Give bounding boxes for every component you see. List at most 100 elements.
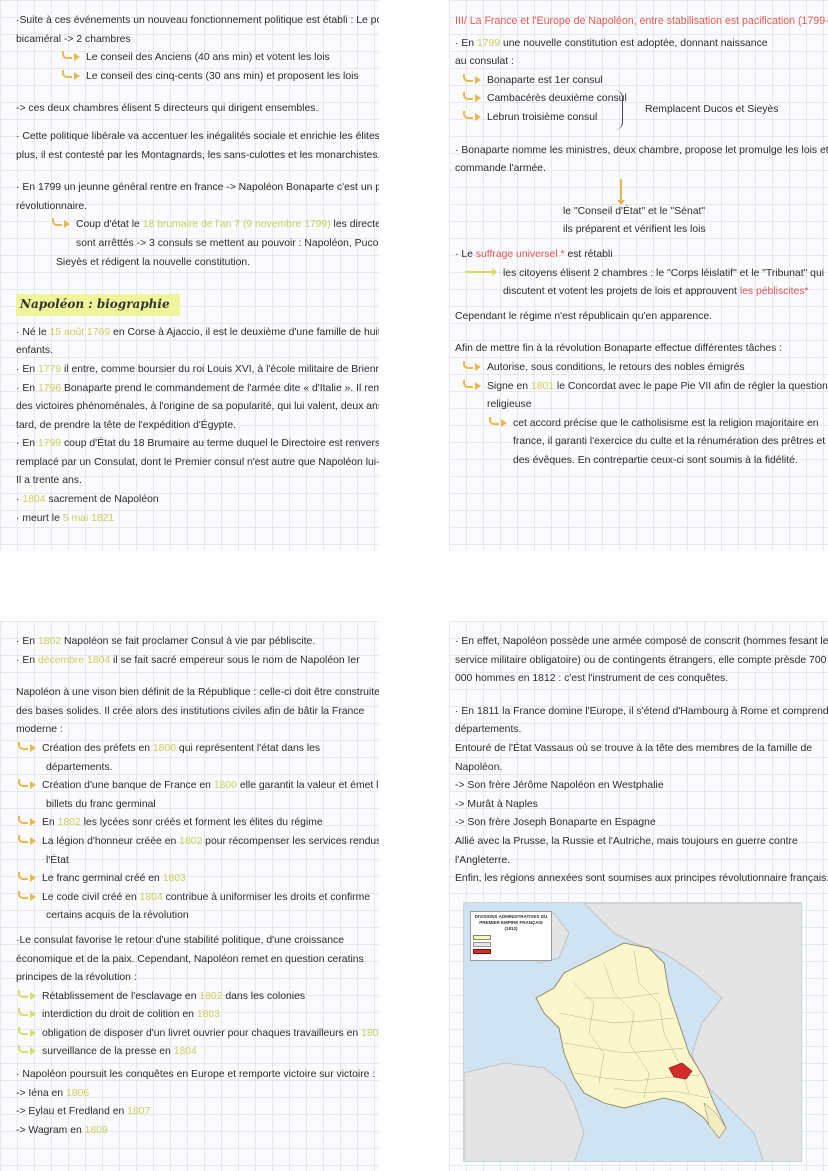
curved-arrow-icon xyxy=(60,69,82,80)
text-line: · Le suffrage universel * est rétabli xyxy=(455,248,613,260)
curved-arrow-icon xyxy=(16,779,38,790)
curved-arrow-icon xyxy=(50,218,72,229)
text-line: les citoyens élisent 2 chambres : le "Co… xyxy=(455,265,824,284)
curved-arrow-icon xyxy=(487,416,509,427)
text-line: religieuse xyxy=(487,399,532,411)
text-line: -> Son frère Joseph Bonaparte en Espagne xyxy=(455,817,656,829)
text-line: Sieyès et rédigent la nouvelle constitut… xyxy=(56,256,251,268)
text-line: Napoléon. xyxy=(455,761,503,773)
brace-icon xyxy=(613,89,623,130)
text-line: tard, de prendre la tête de l'expédition… xyxy=(16,419,237,431)
text-line: discutent et votent les projets de lois … xyxy=(503,286,809,298)
list-item: Le code civil créé en 1804 contribue à u… xyxy=(16,889,370,908)
list-item: Rétablissement de l'esclavage en 1802 da… xyxy=(16,988,369,1007)
note-page-3: · En 1802 Napoléon se fait proclamer Con… xyxy=(0,621,379,1171)
note-page-4: · En effet, Napoléon possède une armée c… xyxy=(449,621,828,1171)
text-line: Napoléon à une vison bien définit de la … xyxy=(16,687,379,699)
curved-arrow-icon xyxy=(16,816,38,827)
text-line: · Napoléon poursuit les conquêtes en Eur… xyxy=(16,1069,376,1081)
text-line: · En 1799 une nouvelle constitution est … xyxy=(455,37,768,49)
consuls-group: Bonaparte est 1er consul Cambacérès deux… xyxy=(455,72,818,130)
text-line: sont arrêttés -> 3 consuls se mettent au… xyxy=(76,237,379,249)
text-line: certains acquis de la révolution xyxy=(46,910,189,922)
map-legend: DIVISIONS ADMINISTRATIVES DU PREMIER EMP… xyxy=(470,911,552,961)
text-line: 000 hommes en 1812 : c'est l'instrument … xyxy=(455,673,729,685)
list-item: obligation de disposer d'un livret ouvri… xyxy=(16,1025,379,1044)
text-line: · En décembre 1804 il se fait sacré empe… xyxy=(16,654,360,666)
text-line: ·Suite à ces événements un nouveau fonct… xyxy=(16,15,379,26)
text-line: france, il garanti l'exercice du culte e… xyxy=(513,436,826,448)
text-line: -> Iéna en 1806 xyxy=(16,1087,90,1099)
text-line: le "Conseil d'État" et le "Sénat" xyxy=(563,205,706,217)
arrow-right-icon xyxy=(465,267,497,276)
list-item: Le conseil des Anciens (40 ans min) et v… xyxy=(16,49,369,68)
text-line: · Cette politique libérale va accentuer … xyxy=(16,130,379,142)
text-line: plus, il est contesté par les Montagnard… xyxy=(16,149,379,161)
list-item: Signe en 1801 le Concordat avec le pape … xyxy=(455,378,828,397)
text-line: service militaire obligatoire) ou de con… xyxy=(455,654,827,666)
list-item: Création d'une banque de France en 1800 … xyxy=(16,777,379,796)
text-line: Il a trente ans. xyxy=(16,475,82,487)
text-line: révolutionnaire. xyxy=(16,200,88,212)
text-line: des évêques. En contrepartie ceux-ci son… xyxy=(513,454,798,466)
legend-swatch xyxy=(473,942,491,947)
text-line: moderne : xyxy=(16,724,63,736)
text-line: remplacé par un Consulat, dont le Premie… xyxy=(16,456,379,468)
curved-arrow-icon xyxy=(461,73,483,84)
text-line: des victoires phénoménales, à l'origine … xyxy=(16,401,379,413)
text-line: · En 1779 il entre, comme boursier du ro… xyxy=(16,363,379,375)
list-item: Création des préfets en 1800 qui représe… xyxy=(16,740,369,759)
text-line: -> Wagram en 1809 xyxy=(16,1124,108,1136)
map-legend-title: DIVISIONS ADMINISTRATIVES DU PREMIER EMP… xyxy=(474,914,548,925)
list-item: Le conseil des cinq-cents (30 ans min) e… xyxy=(16,68,369,87)
text-line: · En 1802 Napoléon se fait proclamer Con… xyxy=(16,636,316,647)
section-title: Napoléon : biographie xyxy=(16,294,180,316)
list-item: Coup d'état le 18 brumaire de l'an 7 (9 … xyxy=(16,216,379,235)
page-heading: III/ La France et l'Europe de Napoléon, … xyxy=(455,15,828,27)
list-item: surveillance de la presse en 1804 xyxy=(16,1043,369,1062)
text-line: · 1804 sacrement de Napoléon xyxy=(16,494,159,506)
curved-arrow-icon xyxy=(461,379,483,390)
curved-arrow-icon xyxy=(16,1008,38,1019)
note-page-2: III/ La France et l'Europe de Napoléon, … xyxy=(449,0,828,551)
text-line: enfants. xyxy=(16,345,53,357)
curved-arrow-icon xyxy=(16,1026,38,1037)
curved-arrow-icon xyxy=(461,92,483,103)
text-line: au consulat : xyxy=(455,56,514,68)
text-line: -> ces deux chambres élisent 5 directeur… xyxy=(16,103,319,115)
text-line: départements. xyxy=(46,761,113,773)
text-line: ·Le consulat favorise le retour d'une st… xyxy=(16,934,345,946)
curved-arrow-icon xyxy=(16,741,38,752)
list-item: La légion d'honneur créée en 1802 pour r… xyxy=(16,833,379,852)
curved-arrow-icon xyxy=(60,51,82,62)
text-line: Allié avec la Prusse, la Russie et l'Aut… xyxy=(455,835,798,847)
curved-arrow-icon xyxy=(16,872,38,883)
legend-swatch xyxy=(473,935,491,940)
text-line: départements. xyxy=(455,724,522,736)
note-page-1: ·Suite à ces événements un nouveau fonct… xyxy=(0,0,379,551)
empire-map: DIVISIONS ADMINISTRATIVES DU PREMIER EMP… xyxy=(463,902,802,1162)
map-legend-year: (1812) xyxy=(504,926,518,931)
text-line: ils préparent et vérifient les lois xyxy=(563,224,706,236)
text-line: · meurt le 5 mai 1821 xyxy=(16,512,115,524)
list-item: interdiction du droit de colition en 180… xyxy=(16,1006,369,1025)
text-line: l'Angleterre. xyxy=(455,854,511,866)
text-line: · Bonaparte nomme les ministres, deux ch… xyxy=(455,144,828,156)
list-item: Bonaparte est 1er consul xyxy=(455,72,818,91)
text-line: billets du franc germinal xyxy=(46,798,156,810)
text-line: · En 1811 la France domine l'Europe, il … xyxy=(455,705,828,717)
text-line: · En 1796 Bonaparte prend le commandemen… xyxy=(16,382,379,394)
text-line: Afin de mettre fin à la révolution Bonap… xyxy=(455,343,783,355)
curved-arrow-icon xyxy=(16,1045,38,1056)
text-line: · En effet, Napoléon possède une armée c… xyxy=(455,636,828,647)
text-line: des bases solides. Il crée alors des ins… xyxy=(16,705,365,717)
curved-arrow-icon xyxy=(461,360,483,371)
text-line: commande l'armée. xyxy=(455,163,546,175)
text-line: principes de la révolution : xyxy=(16,972,137,984)
text-line: · En 1799 un jeunne général rentre en fr… xyxy=(16,182,379,194)
text-line: · En 1799 coup d'État du 18 Brumaire au … xyxy=(16,438,379,450)
text-line: bicaméral -> 2 chambres xyxy=(16,33,131,45)
text-line: Enfin, les régions annexées sont soumise… xyxy=(455,873,828,885)
list-item: cet accord précise que le catholisisme e… xyxy=(455,415,819,434)
text-line: l'État xyxy=(46,854,69,866)
